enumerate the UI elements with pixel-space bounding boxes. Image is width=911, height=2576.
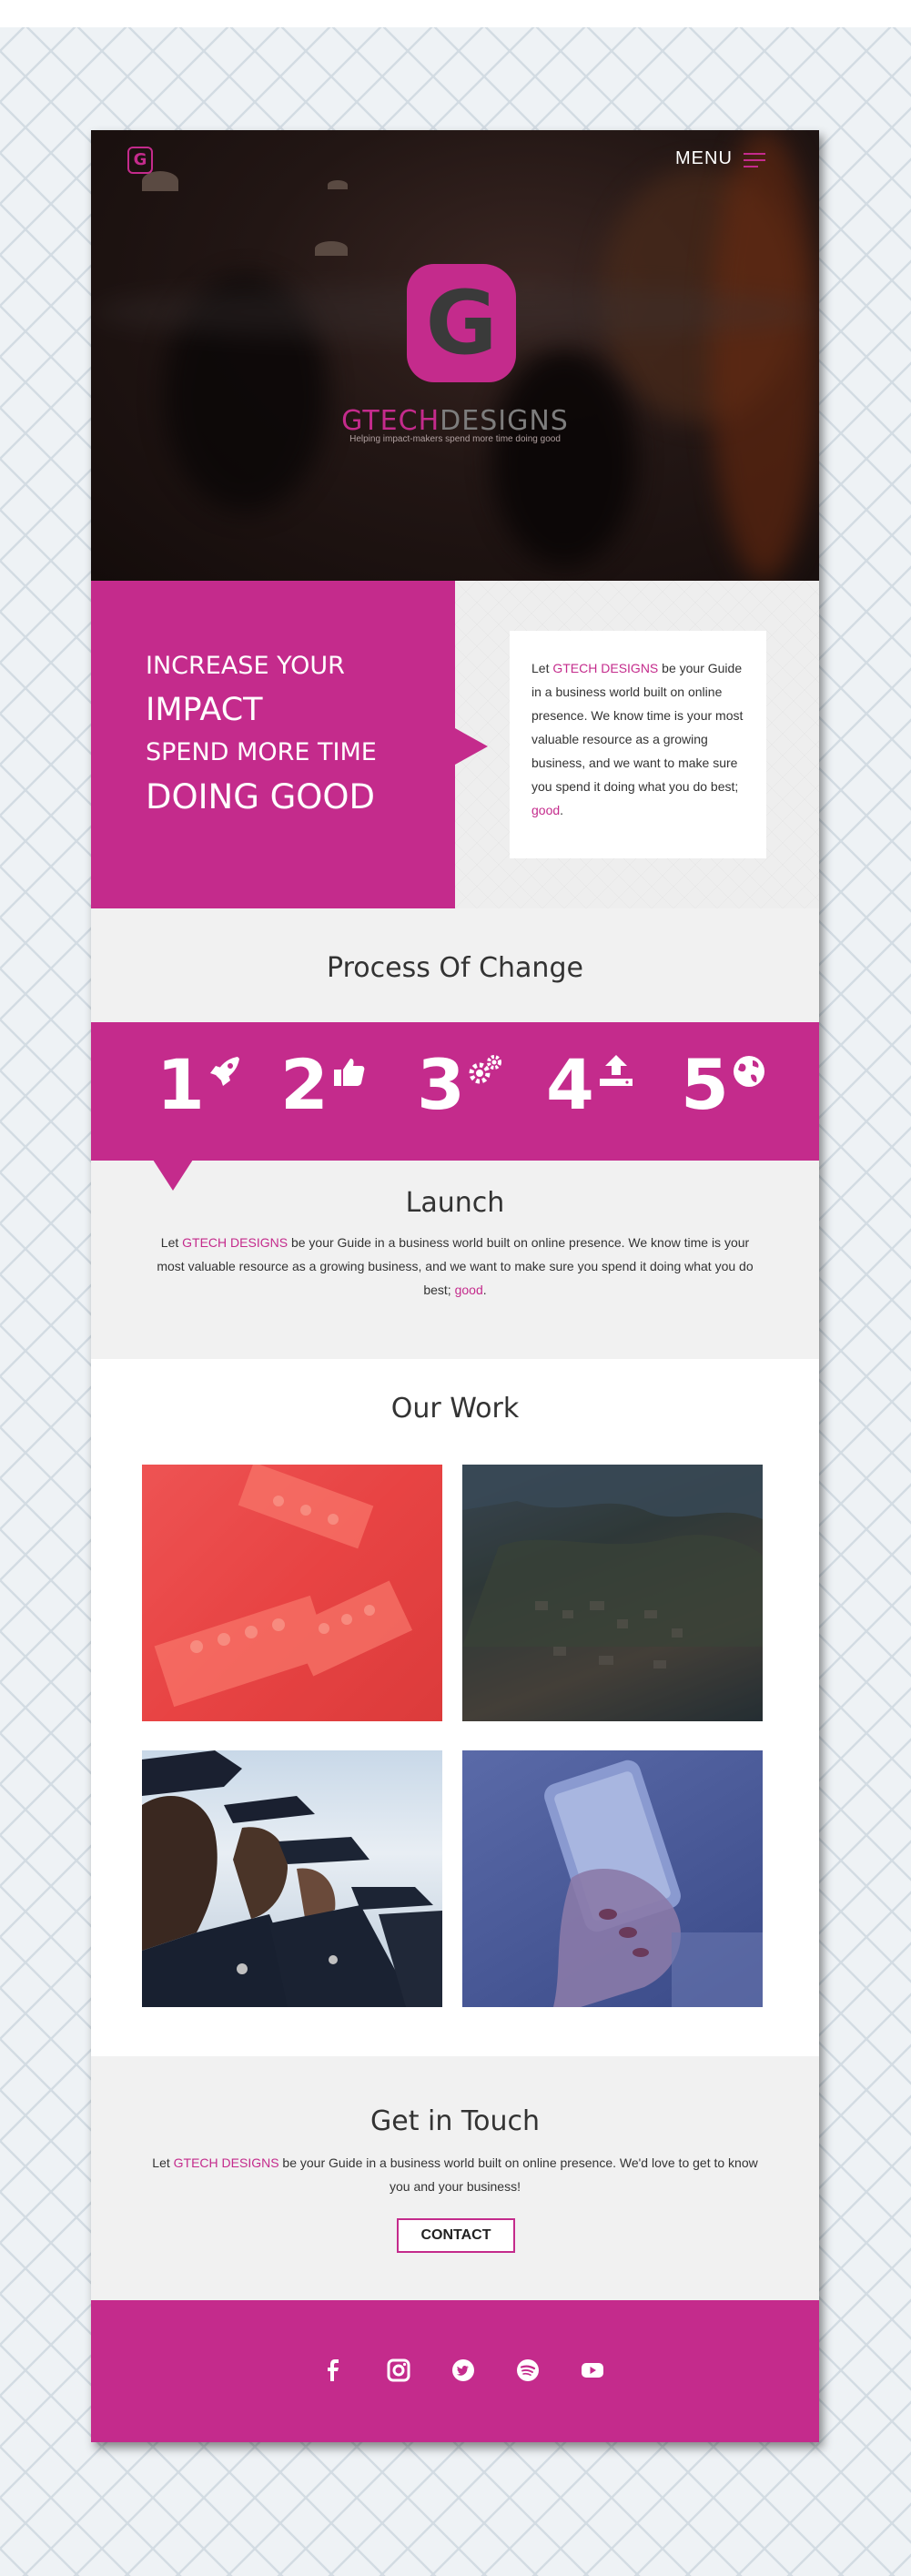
small-logo[interactable]: G bbox=[127, 147, 153, 174]
footer bbox=[91, 2300, 819, 2442]
brand-mention: GTECH DESIGNS bbox=[552, 661, 659, 675]
intro-headline-panel: INCREASE YOUR IMPACT SPEND MORE TIME DOI… bbox=[91, 581, 455, 908]
thumbs-up-icon bbox=[333, 1059, 365, 1086]
good-link[interactable]: good bbox=[455, 1283, 483, 1297]
hamburger-icon[interactable] bbox=[744, 153, 765, 167]
ceiling-lamp bbox=[328, 180, 348, 189]
instagram-icon[interactable] bbox=[387, 2358, 410, 2382]
contact-text: Let GTECH DESIGNS be your Guide in a bus… bbox=[152, 2155, 758, 2194]
top-margin bbox=[0, 0, 911, 27]
brand-logo: G bbox=[407, 264, 516, 382]
process-steps-bar: 1 2 3 4 5 bbox=[91, 1022, 819, 1161]
intro-text: Let GTECH DESIGNS be your Guide in a bus… bbox=[531, 661, 744, 817]
officers-image[interactable] bbox=[142, 1750, 442, 2007]
step-1[interactable]: 1 bbox=[157, 1046, 243, 1128]
intro-pointer bbox=[455, 728, 488, 765]
step-2[interactable]: 2 bbox=[280, 1046, 367, 1128]
ceiling-lamp bbox=[142, 171, 178, 191]
globe-icon bbox=[733, 1056, 764, 1087]
upload-icon bbox=[599, 1055, 633, 1086]
bg-blur bbox=[710, 130, 819, 581]
headline-line: INCREASE YOUR bbox=[146, 652, 345, 680]
step-4[interactable]: 4 bbox=[546, 1046, 636, 1128]
rocket-icon bbox=[209, 1057, 239, 1086]
active-step-text: Let GTECH DESIGNS be your Guide in a bus… bbox=[157, 1235, 754, 1297]
menu-button[interactable]: MENU bbox=[675, 148, 733, 169]
intro-card: Let GTECH DESIGNS be your Guide in a bus… bbox=[510, 631, 766, 858]
good-link[interactable]: good bbox=[531, 803, 560, 817]
step-3[interactable]: 3 bbox=[417, 1046, 503, 1128]
contact-title: Get in Touch bbox=[370, 2105, 540, 2137]
brand-name-part2: DESIGNS bbox=[440, 405, 569, 437]
bg-blur bbox=[491, 349, 637, 567]
brand-name: GTECHDESIGNS bbox=[91, 405, 819, 437]
contact-button[interactable]: CONTACT bbox=[397, 2218, 515, 2253]
brand-mention: GTECH DESIGNS bbox=[182, 1235, 288, 1250]
phone-hand-image[interactable] bbox=[462, 1750, 763, 2007]
contact-section: Get in Touch Let GTECH DESIGNS be your G… bbox=[91, 2056, 819, 2300]
twitter-icon[interactable] bbox=[451, 2358, 475, 2382]
process-title: Process Of Change bbox=[327, 952, 583, 984]
headline-line: DOING GOOD bbox=[146, 777, 376, 816]
gears-icon bbox=[469, 1055, 501, 1084]
logo-letter: G bbox=[425, 272, 498, 374]
active-step-pointer bbox=[153, 1160, 193, 1191]
hero-section: G MENU G GTECHDESIGNS Helping impact-mak… bbox=[91, 130, 819, 581]
spotify-icon[interactable] bbox=[516, 2358, 540, 2382]
facebook-icon[interactable] bbox=[322, 2358, 346, 2382]
process-header: Process Of Change bbox=[91, 908, 819, 1022]
aerial-coast-image[interactable] bbox=[462, 1465, 763, 1721]
tagline: Helping impact-makers spend more time do… bbox=[349, 434, 561, 444]
step-5[interactable]: 5 bbox=[681, 1046, 767, 1128]
brand-mention: GTECH DESIGNS bbox=[173, 2155, 279, 2170]
brand-name-part1: GTECH bbox=[341, 405, 440, 437]
youtube-icon[interactable] bbox=[581, 2358, 604, 2382]
headline-line: IMPACT bbox=[146, 692, 263, 728]
page-mockup: G MENU G GTECHDESIGNS Helping impact-mak… bbox=[91, 130, 819, 2442]
headline-line: SPEND MORE TIME bbox=[146, 738, 377, 766]
work-title: Our Work bbox=[390, 1393, 520, 1425]
ceiling-lamp bbox=[315, 241, 348, 256]
active-step-title: Launch bbox=[405, 1187, 505, 1219]
lego-bricks-image[interactable] bbox=[142, 1465, 442, 1721]
